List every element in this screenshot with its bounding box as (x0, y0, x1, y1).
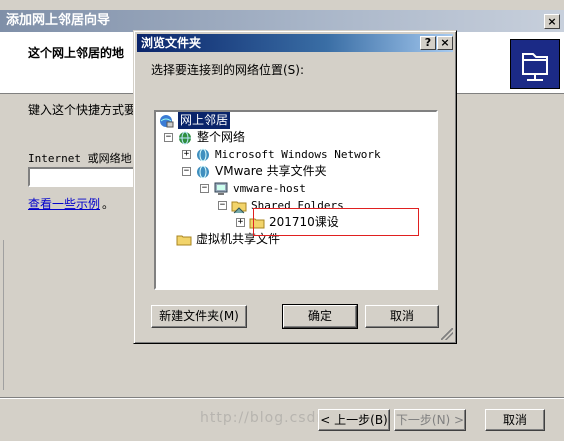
address-input[interactable] (28, 167, 148, 187)
next-button[interactable]: 下一步(N) > (394, 409, 466, 431)
wizard-cancel-button[interactable]: 取消 (485, 409, 545, 431)
tree-label-network-places: 网上邻居 (178, 112, 231, 129)
network-globe-icon (195, 147, 211, 163)
collapse-toggle[interactable]: − (218, 201, 227, 210)
wizard-close-button[interactable]: × (544, 14, 560, 29)
browse-folder-dialog: 浏览文件夹 ? × 选择要连接到的网络位置(S): 网上邻居 − 整个网络 + … (133, 30, 457, 344)
view-examples-link[interactable]: 查看一些示例 (28, 195, 100, 212)
network-globe-icon (195, 164, 211, 180)
annotation-highlight-box (253, 208, 419, 236)
left-edge-divider (0, 240, 4, 390)
computer-icon (213, 181, 229, 197)
collapse-toggle[interactable]: − (182, 167, 191, 176)
expand-toggle[interactable]: + (182, 150, 191, 159)
globe-icon (177, 130, 193, 146)
tree-label-entire-network: 整个网络 (197, 130, 246, 144)
dialog-instruction: 选择要连接到的网络位置(S): (151, 63, 305, 77)
back-button[interactable]: < 上一步(B) (318, 409, 390, 431)
collapse-toggle[interactable]: − (164, 133, 173, 142)
help-button[interactable]: ? (420, 36, 436, 50)
tree-node-entire-network[interactable]: − 整个网络 (164, 129, 245, 146)
ok-button[interactable]: 确定 (282, 304, 358, 329)
collapse-toggle[interactable]: − (200, 184, 209, 193)
address-label: Internet 或网络地 (28, 152, 132, 165)
tree-node-ms-windows-network[interactable]: + Microsoft Windows Network (182, 146, 381, 163)
examples-suffix: 。 (102, 197, 115, 211)
tree-label-vmware-host: vmware-host (233, 182, 306, 195)
resize-grip[interactable] (441, 328, 453, 340)
wizard-header-title: 这个网上邻居的地 (28, 46, 125, 60)
expand-toggle[interactable]: + (236, 218, 245, 227)
wizard-title: 添加网上邻居向导 (0, 10, 564, 32)
tree-node-vmware-host[interactable]: − vmware-host (200, 180, 306, 197)
dialog-title: 浏览文件夹 (137, 34, 453, 52)
wizard-prompt: 键入这个快捷方式要 (28, 103, 137, 117)
network-places-icon (158, 113, 174, 129)
dialog-close-button[interactable]: × (437, 36, 453, 50)
dialog-cancel-button[interactable]: 取消 (365, 305, 439, 328)
folder-tree[interactable]: 网上邻居 − 整个网络 + Microsoft Windows Network … (154, 110, 438, 290)
tree-node-vmware-shared[interactable]: − VMware 共享文件夹 (182, 163, 327, 180)
network-folder-icon (510, 39, 560, 89)
shared-folder-icon (231, 198, 247, 214)
folder-icon (176, 232, 192, 248)
tree-label-ms-windows-network: Microsoft Windows Network (215, 148, 381, 161)
wizard-separator (0, 397, 564, 399)
new-folder-button[interactable]: 新建文件夹(M) (151, 305, 247, 328)
tree-label-vmware-shared: VMware 共享文件夹 (215, 164, 327, 178)
tree-node-network-places[interactable]: 网上邻居 (158, 112, 231, 129)
